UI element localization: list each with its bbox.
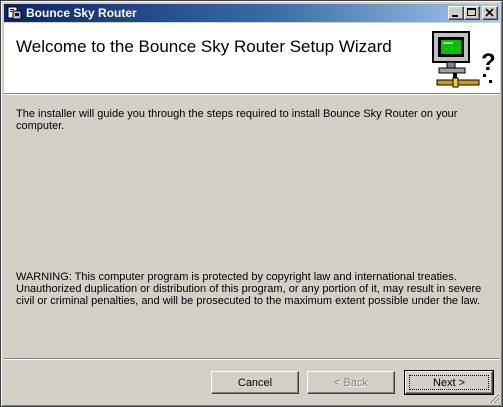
header-separator — [4, 93, 500, 95]
next-button[interactable]: Next > — [404, 370, 494, 395]
resize-grip-icon[interactable] — [488, 392, 500, 404]
installer-app-icon[interactable] — [7, 5, 23, 21]
back-button[interactable]: < Back — [307, 371, 395, 394]
maximize-button[interactable] — [464, 6, 480, 20]
next-button-label: Next > — [432, 376, 466, 389]
wizard-header: Welcome to the Bounce Sky Router Setup W… — [4, 23, 500, 93]
maximize-icon — [467, 8, 476, 16]
cancel-button[interactable]: Cancel — [211, 371, 299, 394]
svg-text:?: ? — [481, 49, 496, 76]
close-button[interactable] — [482, 6, 498, 20]
cancel-button-label: Cancel — [237, 376, 273, 389]
close-icon — [485, 8, 494, 17]
copyright-warning-text: WARNING: This computer program is protec… — [16, 271, 482, 307]
intro-text: The installer will guide you through the… — [16, 108, 458, 132]
installer-window: Bounce Sky Router Welcome to the Bounce … — [0, 0, 503, 407]
computer-network-icon: ? — [431, 28, 497, 92]
footer-separator — [4, 358, 500, 360]
minimize-button[interactable] — [448, 6, 464, 20]
title-bar[interactable]: Bounce Sky Router — [4, 4, 499, 22]
minimize-icon — [452, 15, 458, 17]
back-button-label: < Back — [334, 376, 368, 389]
wizard-title: Welcome to the Bounce Sky Router Setup W… — [16, 37, 392, 56]
window-title: Bounce Sky Router — [26, 6, 137, 20]
